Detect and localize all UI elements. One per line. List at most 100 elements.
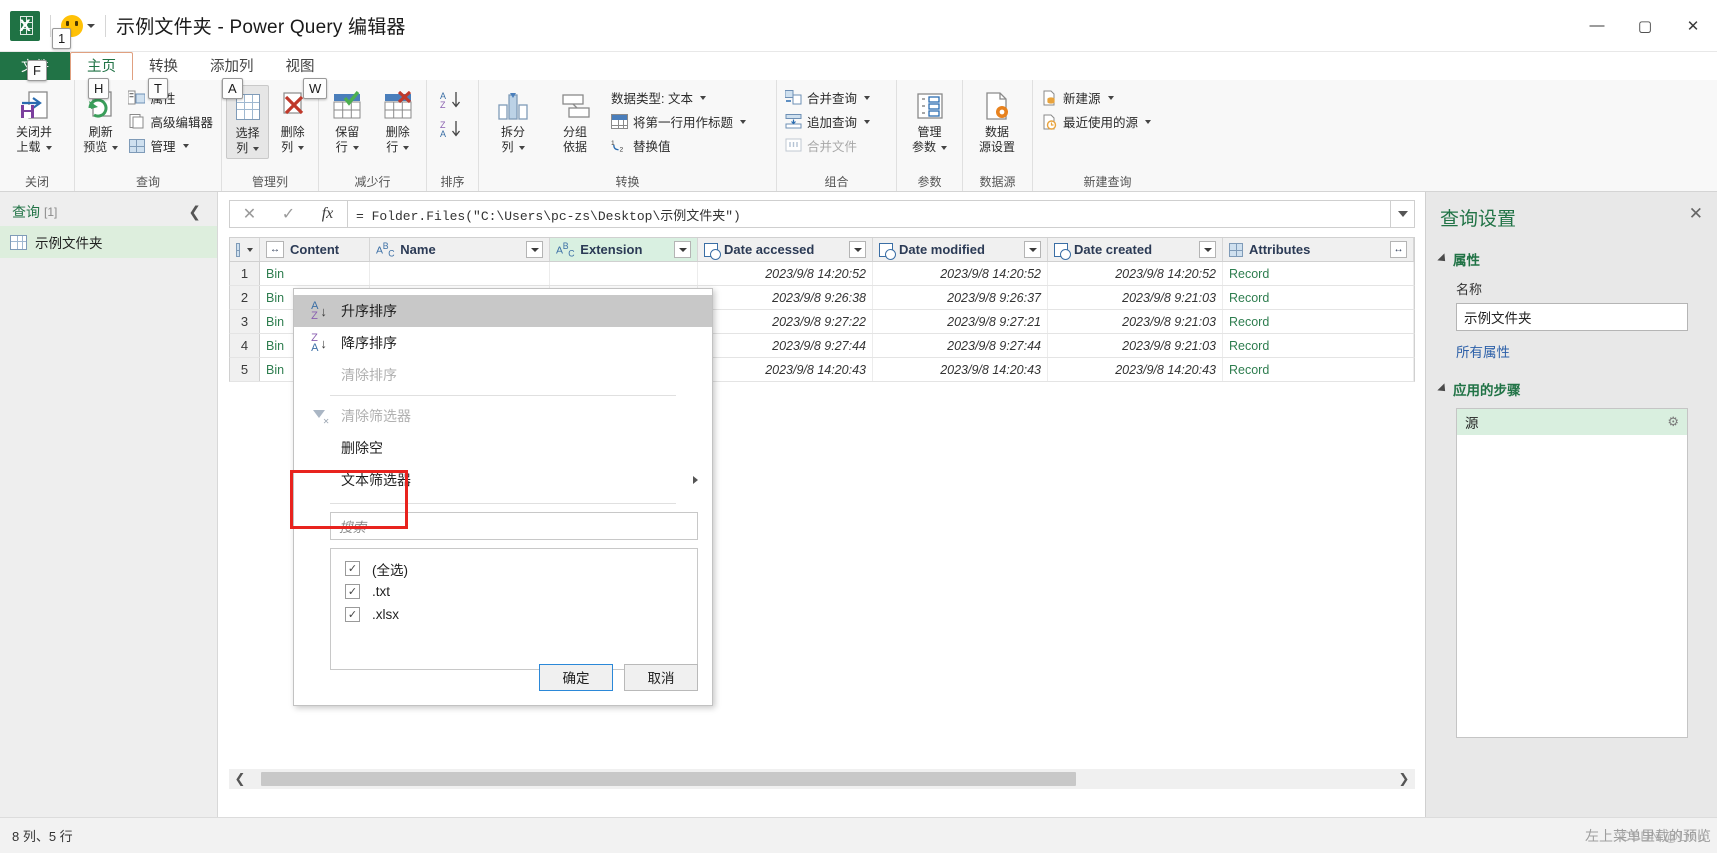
grid-column-date-accessed[interactable]: Date accessed — [698, 238, 873, 261]
checkbox[interactable]: ✓ — [345, 584, 360, 599]
chevron-down-icon[interactable] — [45, 145, 52, 150]
cell-content[interactable]: Bin — [260, 262, 370, 285]
chevron-down-icon[interactable] — [699, 95, 706, 100]
scrollbar-track[interactable] — [251, 769, 1393, 789]
chevron-down-icon[interactable] — [1437, 253, 1449, 265]
cell-date-accessed[interactable]: 2023/9/8 14:20:43 — [698, 358, 873, 381]
chevron-down-icon[interactable] — [1391, 200, 1415, 228]
horizontal-scrollbar[interactable]: ❮ ❯ — [229, 769, 1415, 789]
all-properties-link[interactable]: 所有属性 — [1456, 341, 1703, 361]
grid-column-content[interactable]: ↔ Content — [260, 238, 370, 261]
menu-item-sort-descending[interactable]: Z A ↓ 降序排序 — [294, 327, 712, 359]
cell-date-accessed[interactable]: 2023/9/8 9:27:22 — [698, 310, 873, 333]
chevron-down-icon[interactable] — [87, 23, 95, 28]
cell-date-accessed[interactable]: 2023/9/8 9:26:38 — [698, 286, 873, 309]
tab-view[interactable]: 视图 — [270, 52, 331, 80]
filter-button-name[interactable] — [526, 241, 543, 258]
cell-date-created[interactable]: 2023/9/8 14:20:43 — [1048, 358, 1223, 381]
chevron-down-icon[interactable] — [740, 119, 747, 124]
cell-extension[interactable] — [550, 262, 698, 285]
cell-date-modified[interactable]: 2023/9/8 9:26:37 — [873, 286, 1048, 309]
filter-checkbox-select-all[interactable]: ✓ (全选) — [331, 557, 697, 580]
keep-rows-button[interactable]: 保留 行 — [323, 85, 372, 157]
grid-column-extension[interactable]: ABC Extension — [550, 238, 698, 261]
cell-date-accessed[interactable]: 2023/9/8 9:27:44 — [698, 334, 873, 357]
fx-icon[interactable]: fx — [308, 201, 347, 227]
chevron-down-icon[interactable] — [352, 145, 359, 150]
cell-date-created[interactable]: 2023/9/8 14:20:52 — [1048, 262, 1223, 285]
cell-attributes[interactable]: Record — [1223, 286, 1414, 309]
grid-column-name[interactable]: ABC Name — [370, 238, 550, 261]
remove-rows-button[interactable]: 删除 行 — [374, 85, 423, 157]
cell-date-created[interactable]: 2023/9/8 9:21:03 — [1048, 334, 1223, 357]
accept-icon[interactable]: ✓ — [269, 201, 308, 227]
properties-button[interactable]: 属性 — [124, 87, 217, 108]
cell-date-modified[interactable]: 2023/9/8 14:20:43 — [873, 358, 1048, 381]
menu-item-text-filters[interactable]: 文本筛选器 — [294, 464, 712, 496]
tab-transform[interactable]: 转换 — [133, 52, 194, 80]
chevron-down-icon[interactable] — [1107, 95, 1114, 100]
chevron-down-icon[interactable] — [298, 145, 305, 150]
cancel-icon[interactable]: ✕ — [230, 201, 269, 227]
chevron-down-icon[interactable] — [864, 95, 871, 100]
filter-checkbox-txt[interactable]: ✓ .txt — [331, 580, 697, 603]
grid-column-date-modified[interactable]: Date modified — [873, 238, 1048, 261]
merge-queries-button[interactable]: 合并查询 — [781, 87, 874, 108]
sort-descending-button[interactable]: Z A — [440, 119, 466, 142]
chevron-left-icon[interactable]: ❮ — [188, 203, 209, 221]
data-type-button[interactable]: 数据类型: 文本 — [607, 87, 750, 108]
chevron-down-icon[interactable] — [1437, 383, 1449, 395]
chevron-down-icon[interactable] — [253, 146, 260, 151]
filter-checkbox-xlsx[interactable]: ✓ .xlsx — [331, 603, 697, 626]
filter-button-date-created[interactable] — [1199, 241, 1216, 258]
close-and-load-button[interactable]: 关闭并 上载 — [4, 85, 64, 157]
ok-button[interactable]: 确定 — [539, 663, 613, 691]
chevron-down-icon[interactable] — [518, 145, 525, 150]
applied-steps-section-header[interactable]: 应用的步骤 — [1437, 379, 1703, 399]
new-source-button[interactable]: 新建源 — [1037, 87, 1155, 108]
chevron-down-icon[interactable] — [864, 119, 871, 124]
chevron-left-icon[interactable]: ❮ — [229, 769, 251, 789]
menu-item-remove-empty[interactable]: 删除空 — [294, 432, 712, 464]
filter-button-extension[interactable] — [674, 241, 691, 258]
chevron-down-icon[interactable] — [182, 143, 189, 148]
query-name-input[interactable]: 示例文件夹 — [1456, 303, 1688, 331]
properties-section-header[interactable]: 属性 — [1437, 249, 1703, 269]
table-row[interactable]: 1 Bin 2023/9/8 14:20:52 2023/9/8 14:20:5… — [229, 262, 1415, 286]
menu-item-sort-ascending[interactable]: A Z ↓ 升序排序 — [294, 295, 712, 327]
recent-sources-button[interactable]: 最近使用的源 — [1037, 111, 1155, 132]
cell-date-modified[interactable]: 2023/9/8 9:27:21 — [873, 310, 1048, 333]
use-first-row-as-headers-button[interactable]: 将第一行用作标题 — [607, 111, 750, 132]
cell-attributes[interactable]: Record — [1223, 334, 1414, 357]
chevron-down-icon[interactable] — [941, 145, 947, 150]
append-queries-button[interactable]: 追加查询 — [781, 111, 874, 132]
split-column-button[interactable]: 拆分 列 — [483, 85, 543, 157]
filter-search-input[interactable]: 搜索 — [330, 512, 698, 540]
filter-button-date-modified[interactable] — [1024, 241, 1041, 258]
advanced-editor-button[interactable]: 高级编辑器 — [124, 111, 217, 132]
scrollbar-thumb[interactable] — [261, 772, 1076, 786]
checkbox[interactable]: ✓ — [345, 561, 360, 576]
query-list-item[interactable]: 示例文件夹 — [0, 226, 217, 258]
replace-values-button[interactable]: 12 替换值 — [607, 135, 750, 156]
minimize-button[interactable]: — — [1573, 0, 1621, 52]
cell-date-created[interactable]: 2023/9/8 9:21:03 — [1048, 310, 1223, 333]
cell-date-created[interactable]: 2023/9/8 9:21:03 — [1048, 286, 1223, 309]
chevron-down-icon[interactable] — [403, 145, 410, 150]
tab-add-column[interactable]: 添加列 — [194, 52, 270, 80]
cancel-button[interactable]: 取消 — [624, 663, 698, 691]
cell-date-accessed[interactable]: 2023/9/8 14:20:52 — [698, 262, 873, 285]
cell-attributes[interactable]: Record — [1223, 358, 1414, 381]
sort-ascending-button[interactable]: A Z — [440, 90, 466, 113]
expand-icon[interactable]: ↔ — [266, 241, 284, 258]
chevron-down-icon[interactable] — [247, 247, 253, 252]
data-source-settings-button[interactable]: 数据 源设置 — [967, 85, 1027, 157]
close-icon[interactable]: ✕ — [1689, 204, 1703, 224]
close-button[interactable]: ✕ — [1669, 0, 1717, 52]
formula-input[interactable]: = Folder.Files("C:\Users\pc-zs\Desktop\示… — [348, 200, 1391, 228]
group-by-button[interactable]: 分组 依据 — [545, 85, 605, 157]
manage-parameters-button[interactable]: 管理 参数 — [901, 85, 958, 157]
cell-date-modified[interactable]: 2023/9/8 14:20:52 — [873, 262, 1048, 285]
cell-attributes[interactable]: Record — [1223, 310, 1414, 333]
tab-home[interactable]: 主页 — [70, 52, 133, 80]
